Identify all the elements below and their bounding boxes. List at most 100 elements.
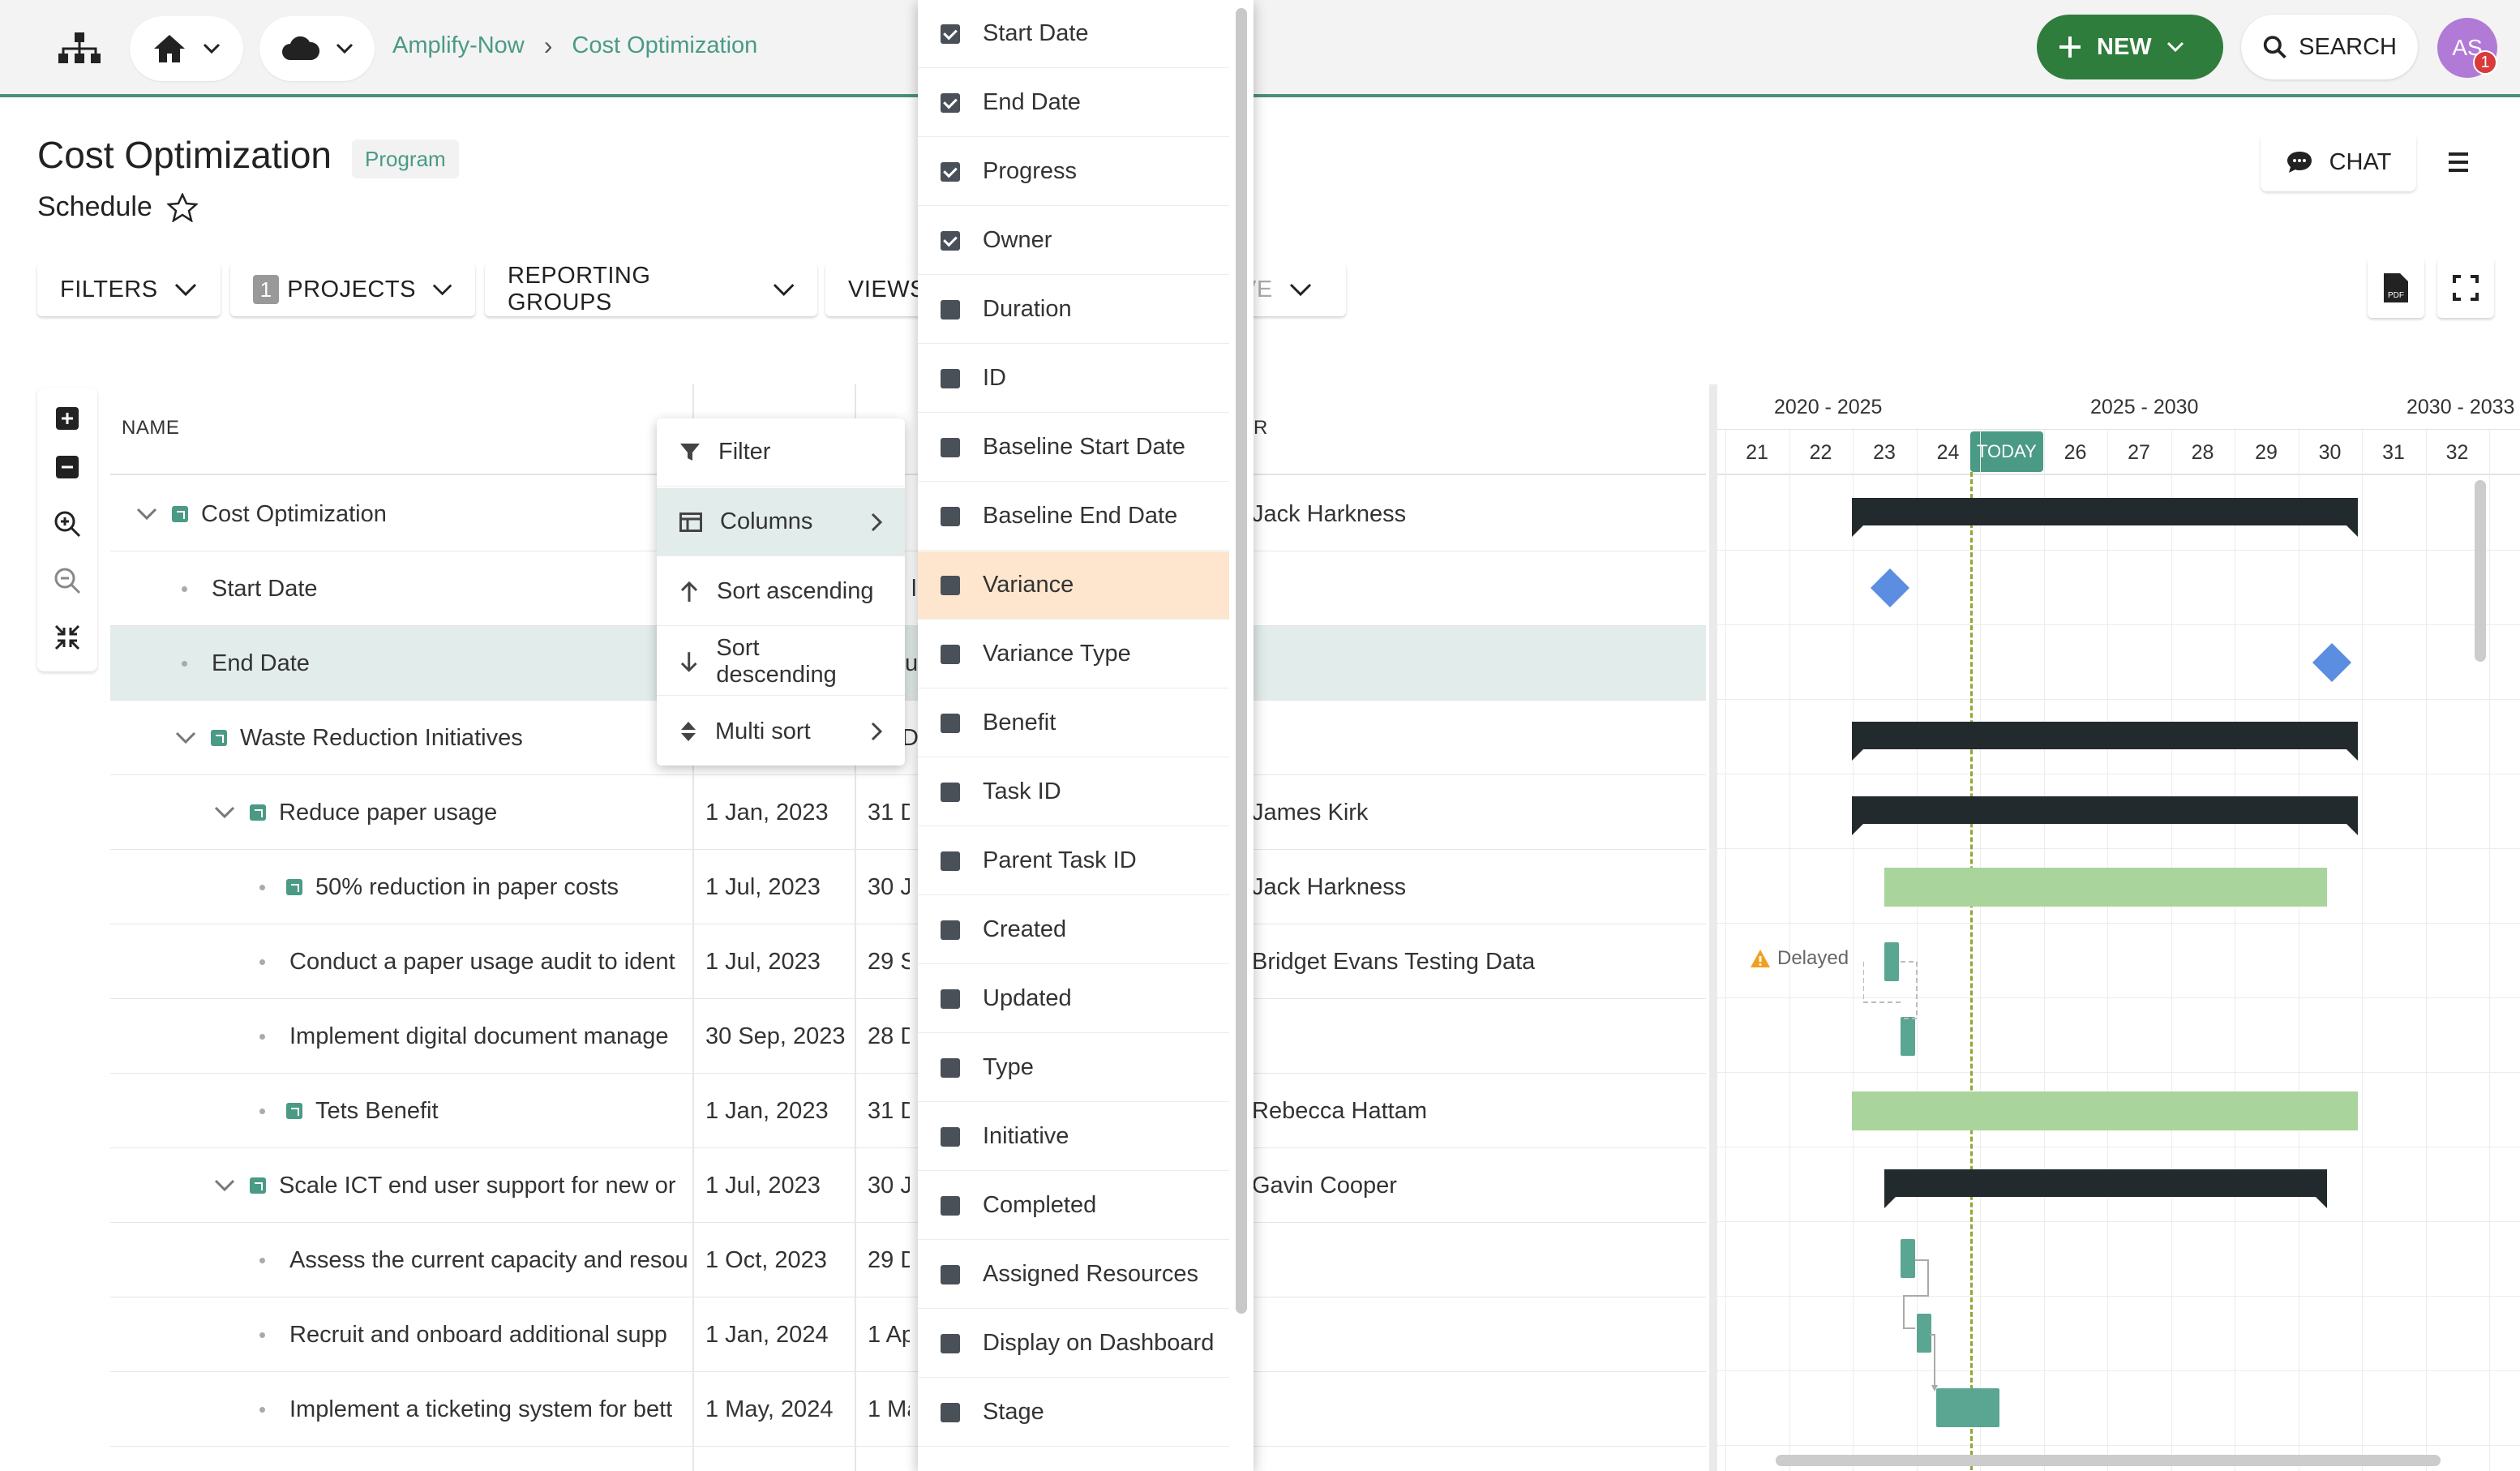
horizontal-scrollbar[interactable] — [1776, 1455, 2441, 1466]
fit-to-screen-icon[interactable] — [51, 621, 84, 654]
column-option-assigned-resources[interactable]: Assigned Resources — [918, 1241, 1229, 1309]
column-option-baseline-start-date[interactable]: Baseline Start Date — [918, 414, 1229, 482]
table-row[interactable]: Implement a ticketing system for bett 1 … — [110, 1372, 1706, 1447]
chevron-down-icon[interactable] — [175, 731, 198, 744]
checkbox[interactable] — [941, 713, 960, 733]
hamburger-menu-icon[interactable] — [2442, 146, 2475, 178]
table-row[interactable]: Cost Optimization Jack Harkness — [110, 477, 1706, 551]
column-option-start-date[interactable]: Start Date — [918, 0, 1229, 68]
column-option-stage[interactable]: Stage — [918, 1379, 1229, 1447]
checkbox[interactable] — [941, 1195, 960, 1216]
checkbox[interactable] — [941, 24, 960, 44]
star-icon[interactable] — [166, 192, 198, 222]
column-option-progress[interactable]: Progress — [918, 138, 1229, 206]
vertical-scrollbar[interactable] — [2475, 480, 2486, 662]
checkbox[interactable] — [941, 92, 960, 113]
column-option-display-on-dashboard[interactable]: Display on Dashboard — [918, 1310, 1229, 1378]
home-menu-button[interactable] — [130, 16, 243, 81]
breadcrumb-link-cost-optimization[interactable]: Cost Optimization — [572, 32, 757, 59]
org-chart-icon[interactable] — [52, 24, 107, 73]
reporting-groups-dropdown[interactable]: REPORTING GROUPS — [485, 263, 817, 316]
zoom-in-icon[interactable] — [51, 508, 84, 540]
table-row[interactable]: 50% reduction in paper costs 1 Jul, 2023… — [110, 850, 1706, 924]
expand-all-icon[interactable] — [51, 402, 84, 435]
task-start: 1 Jul, 2023 — [705, 1172, 821, 1199]
new-button[interactable]: NEW — [2037, 15, 2223, 79]
column-option-parent-task-id[interactable]: Parent Task ID — [918, 827, 1229, 895]
column-option-updated[interactable]: Updated — [918, 965, 1229, 1033]
checkbox[interactable] — [941, 1264, 960, 1284]
column-option-owner[interactable]: Owner — [918, 207, 1229, 275]
column-option-duration[interactable]: Duration — [918, 276, 1229, 344]
column-option-initiative[interactable]: Initiative — [918, 1103, 1229, 1171]
checkbox[interactable] — [941, 1402, 960, 1422]
column-option-task-id[interactable]: Task ID — [918, 758, 1229, 826]
column-option-id[interactable]: ID — [918, 345, 1229, 413]
owner-column-header[interactable]: R — [1254, 417, 1268, 440]
menu-item-columns[interactable]: Columns — [657, 488, 905, 556]
checkbox[interactable] — [941, 368, 960, 388]
column-option-end-date[interactable]: End Date — [918, 69, 1229, 137]
table-row[interactable]: Waste Reduction Initiatives D — [110, 701, 1706, 775]
checkbox[interactable] — [941, 644, 960, 664]
checkbox[interactable] — [941, 782, 960, 802]
menu-item-filter[interactable]: Filter — [657, 418, 905, 487]
table-row[interactable]: Scale ICT end user support for new or 1 … — [110, 1148, 1706, 1223]
task-end: 1 Apr — [868, 1321, 910, 1348]
table-row[interactable]: Implement digital document manage 30 Sep… — [110, 999, 1706, 1074]
table-row[interactable]: Conduct a paper usage audit to ident 1 J… — [110, 924, 1706, 999]
task-bar[interactable] — [1852, 1091, 2358, 1130]
checkbox[interactable] — [941, 299, 960, 320]
checkbox[interactable] — [941, 575, 960, 595]
checkbox[interactable] — [941, 230, 960, 251]
menu-item-multi-sort[interactable]: Multi sort — [657, 697, 905, 766]
column-option-benefit[interactable]: Benefit — [918, 689, 1229, 757]
table-row[interactable]: Tets Benefit 1 Jan, 2023 31 D Rebecca Ha… — [110, 1074, 1706, 1148]
breadcrumb-link-amplify-now[interactable]: Amplify-Now — [392, 32, 525, 59]
table-row[interactable]: Recruit and onboard additional supp 1 Ja… — [110, 1297, 1706, 1372]
table-row[interactable]: Reduce paper usage 1 Jan, 2023 31 D Jame… — [110, 775, 1706, 850]
export-pdf-button[interactable]: PDF — [2368, 258, 2424, 318]
search-button[interactable]: SEARCH — [2241, 15, 2418, 79]
menu-item-sort-descending[interactable]: Sort descending — [657, 628, 905, 696]
checkbox[interactable] — [941, 920, 960, 940]
delayed-indicator: Delayed — [1750, 947, 1849, 970]
zoom-out-icon[interactable] — [51, 564, 84, 597]
table-row[interactable]: End Date u — [110, 626, 1706, 701]
menu-item-sort-ascending[interactable]: Sort ascending — [657, 558, 905, 626]
chevron-down-icon[interactable] — [136, 508, 159, 521]
column-option-created[interactable]: Created — [918, 896, 1229, 964]
task-bar[interactable] — [1884, 868, 2327, 907]
table-row[interactable]: Start Date l, — [110, 551, 1706, 626]
name-column-header[interactable]: NAME — [122, 417, 179, 440]
projects-dropdown[interactable]: 1 PROJECTS — [230, 263, 475, 316]
column-option-baseline-end-date[interactable]: Baseline End Date — [918, 482, 1229, 551]
checkbox[interactable] — [941, 1126, 960, 1147]
checkbox[interactable] — [941, 989, 960, 1009]
column-option-variance[interactable]: Variance — [918, 551, 1229, 620]
filters-dropdown[interactable]: FILTERS — [37, 263, 221, 316]
checkbox[interactable] — [941, 437, 960, 457]
summary-bar[interactable] — [1852, 722, 2358, 761]
column-option-variance-type[interactable]: Variance Type — [918, 620, 1229, 688]
column-option-type[interactable]: Type — [918, 1034, 1229, 1102]
start-milestone[interactable] — [1870, 568, 1910, 608]
table-row[interactable]: Assess the current capacity and resou 1 … — [110, 1223, 1706, 1297]
fullscreen-button[interactable] — [2437, 258, 2494, 318]
column-option-completed[interactable]: Completed — [918, 1172, 1229, 1240]
cloud-menu-button[interactable] — [259, 16, 375, 81]
chevron-down-icon[interactable] — [214, 806, 237, 819]
checkbox[interactable] — [941, 1057, 960, 1078]
checkbox[interactable] — [941, 851, 960, 871]
checkbox[interactable] — [941, 506, 960, 526]
collapse-all-icon[interactable] — [51, 451, 84, 483]
checkbox[interactable] — [941, 1333, 960, 1353]
checkbox[interactable] — [941, 161, 960, 182]
summary-bar[interactable] — [1852, 498, 2358, 537]
end-milestone[interactable] — [2312, 642, 2352, 683]
summary-bar[interactable] — [1852, 796, 2358, 835]
chat-button[interactable]: CHAT — [2261, 133, 2416, 191]
summary-bar[interactable] — [1884, 1169, 2327, 1208]
chevron-down-icon[interactable] — [214, 1179, 237, 1192]
submenu-scrollbar[interactable] — [1236, 8, 1247, 1314]
